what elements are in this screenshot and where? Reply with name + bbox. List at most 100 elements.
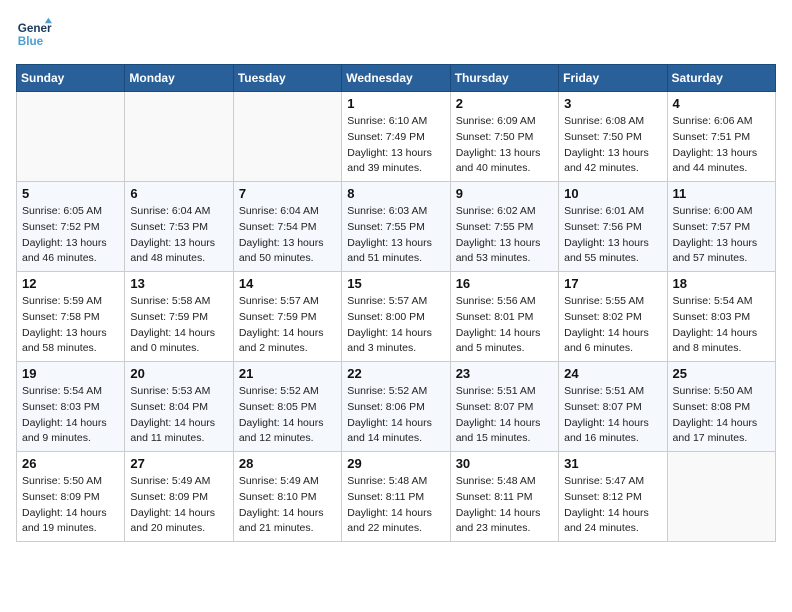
day-number: 21 — [239, 366, 336, 381]
day-info: Sunrise: 6:04 AMSunset: 7:54 PMDaylight:… — [239, 204, 336, 267]
day-info: Sunrise: 5:59 AMSunset: 7:58 PMDaylight:… — [22, 294, 119, 357]
calendar-cell: 20Sunrise: 5:53 AMSunset: 8:04 PMDayligh… — [125, 362, 233, 452]
day-number: 2 — [456, 96, 553, 111]
day-info: Sunrise: 6:10 AMSunset: 7:49 PMDaylight:… — [347, 114, 444, 177]
day-info: Sunrise: 5:49 AMSunset: 8:10 PMDaylight:… — [239, 474, 336, 537]
calendar-cell: 7 Sunrise: 6:04 AMSunset: 7:54 PMDaylight… — [233, 182, 341, 272]
day-info: Sunrise: 5:48 AMSunset: 8:11 PMDaylight:… — [347, 474, 444, 537]
day-info: Sunrise: 6:02 AMSunset: 7:55 PMDaylight:… — [456, 204, 553, 267]
calendar-cell: 10 Sunrise: 6:01 AMSunset: 7:56 PMDayligh… — [559, 182, 667, 272]
day-number: 8 — [347, 186, 444, 201]
logo: General Blue — [16, 16, 52, 52]
calendar-cell: 26Sunrise: 5:50 AMSunset: 8:09 PMDayligh… — [17, 452, 125, 542]
calendar-cell: 15 Sunrise: 5:57 AMSunset: 8:00 PMDayligh… — [342, 272, 450, 362]
calendar-cell — [667, 452, 775, 542]
calendar-cell: 5Sunrise: 6:05 AMSunset: 7:52 PMDaylight… — [17, 182, 125, 272]
calendar-cell: 3 Sunrise: 6:08 AMSunset: 7:50 PMDaylight… — [559, 92, 667, 182]
calendar-cell: 13 Sunrise: 5:58 AMSunset: 7:59 PMDayligh… — [125, 272, 233, 362]
day-number: 28 — [239, 456, 336, 471]
calendar-week-row: 19 Sunrise: 5:54 AMSunset: 8:03 PMDayligh… — [17, 362, 776, 452]
day-number: 25 — [673, 366, 770, 381]
day-number: 18 — [673, 276, 770, 291]
day-info: Sunrise: 5:52 AMSunset: 8:05 PMDaylight:… — [239, 384, 336, 447]
calendar-cell: 25 Sunrise: 5:50 AMSunset: 8:08 PMDayligh… — [667, 362, 775, 452]
day-number: 6 — [130, 186, 227, 201]
day-number: 13 — [130, 276, 227, 291]
calendar-cell: 6 Sunrise: 6:04 AMSunset: 7:53 PMDaylight… — [125, 182, 233, 272]
calendar-cell: 4Sunrise: 6:06 AMSunset: 7:51 PMDaylight… — [667, 92, 775, 182]
calendar-cell: 29 Sunrise: 5:48 AMSunset: 8:11 PMDayligh… — [342, 452, 450, 542]
day-number: 12 — [22, 276, 119, 291]
day-number: 1 — [347, 96, 444, 111]
weekday-header-friday: Friday — [559, 65, 667, 92]
logo-icon: General Blue — [16, 16, 52, 52]
calendar-cell: 22 Sunrise: 5:52 AMSunset: 8:06 PMDayligh… — [342, 362, 450, 452]
day-number: 15 — [347, 276, 444, 291]
day-info: Sunrise: 5:57 AMSunset: 8:00 PMDaylight:… — [347, 294, 444, 357]
day-number: 9 — [456, 186, 553, 201]
day-info: Sunrise: 5:55 AMSunset: 8:02 PMDaylight:… — [564, 294, 661, 357]
calendar-cell: 30 Sunrise: 5:48 AMSunset: 8:11 PMDayligh… — [450, 452, 558, 542]
calendar-cell: 2 Sunrise: 6:09 AMSunset: 7:50 PMDaylight… — [450, 92, 558, 182]
calendar-week-row: 5Sunrise: 6:05 AMSunset: 7:52 PMDaylight… — [17, 182, 776, 272]
calendar-cell: 28 Sunrise: 5:49 AMSunset: 8:10 PMDayligh… — [233, 452, 341, 542]
day-number: 22 — [347, 366, 444, 381]
day-number: 19 — [22, 366, 119, 381]
weekday-header-tuesday: Tuesday — [233, 65, 341, 92]
day-info: Sunrise: 5:51 AMSunset: 8:07 PMDaylight:… — [456, 384, 553, 447]
day-number: 23 — [456, 366, 553, 381]
calendar-week-row: 12 Sunrise: 5:59 AMSunset: 7:58 PMDayligh… — [17, 272, 776, 362]
calendar-cell: 17 Sunrise: 5:55 AMSunset: 8:02 PMDayligh… — [559, 272, 667, 362]
day-info: Sunrise: 5:56 AMSunset: 8:01 PMDaylight:… — [456, 294, 553, 357]
calendar-cell — [125, 92, 233, 182]
day-info: Sunrise: 6:09 AMSunset: 7:50 PMDaylight:… — [456, 114, 553, 177]
calendar-cell: 18 Sunrise: 5:54 AMSunset: 8:03 PMDayligh… — [667, 272, 775, 362]
day-info: Sunrise: 5:54 AMSunset: 8:03 PMDaylight:… — [673, 294, 770, 357]
day-number: 29 — [347, 456, 444, 471]
calendar-cell: 12 Sunrise: 5:59 AMSunset: 7:58 PMDayligh… — [17, 272, 125, 362]
day-number: 5 — [22, 186, 119, 201]
day-info: Sunrise: 5:50 AMSunset: 8:09 PMDaylight:… — [22, 474, 119, 537]
day-info: Sunrise: 5:48 AMSunset: 8:11 PMDaylight:… — [456, 474, 553, 537]
weekday-header-sunday: Sunday — [17, 65, 125, 92]
day-number: 30 — [456, 456, 553, 471]
calendar-cell: 24Sunrise: 5:51 AMSunset: 8:07 PMDayligh… — [559, 362, 667, 452]
svg-text:Blue: Blue — [18, 35, 44, 48]
day-number: 14 — [239, 276, 336, 291]
day-info: Sunrise: 6:06 AMSunset: 7:51 PMDaylight:… — [673, 114, 770, 177]
calendar-header-row: SundayMondayTuesdayWednesdayThursdayFrid… — [17, 65, 776, 92]
day-number: 10 — [564, 186, 661, 201]
day-info: Sunrise: 5:52 AMSunset: 8:06 PMDaylight:… — [347, 384, 444, 447]
day-number: 17 — [564, 276, 661, 291]
day-number: 11 — [673, 186, 770, 201]
day-info: Sunrise: 5:51 AMSunset: 8:07 PMDaylight:… — [564, 384, 661, 447]
day-info: Sunrise: 5:50 AMSunset: 8:08 PMDaylight:… — [673, 384, 770, 447]
calendar-week-row: 26Sunrise: 5:50 AMSunset: 8:09 PMDayligh… — [17, 452, 776, 542]
day-info: Sunrise: 5:57 AMSunset: 7:59 PMDaylight:… — [239, 294, 336, 357]
calendar-cell: 19 Sunrise: 5:54 AMSunset: 8:03 PMDayligh… — [17, 362, 125, 452]
day-info: Sunrise: 6:01 AMSunset: 7:56 PMDaylight:… — [564, 204, 661, 267]
day-info: Sunrise: 5:47 AMSunset: 8:12 PMDaylight:… — [564, 474, 661, 537]
weekday-header-monday: Monday — [125, 65, 233, 92]
calendar-cell: 8 Sunrise: 6:03 AMSunset: 7:55 PMDaylight… — [342, 182, 450, 272]
day-number: 20 — [130, 366, 227, 381]
day-number: 7 — [239, 186, 336, 201]
calendar-cell — [233, 92, 341, 182]
weekday-header-wednesday: Wednesday — [342, 65, 450, 92]
calendar-table: SundayMondayTuesdayWednesdayThursdayFrid… — [16, 64, 776, 542]
svg-text:General: General — [18, 22, 52, 35]
calendar-cell: 31Sunrise: 5:47 AMSunset: 8:12 PMDayligh… — [559, 452, 667, 542]
calendar-cell: 14 Sunrise: 5:57 AMSunset: 7:59 PMDayligh… — [233, 272, 341, 362]
day-info: Sunrise: 6:03 AMSunset: 7:55 PMDaylight:… — [347, 204, 444, 267]
day-info: Sunrise: 6:08 AMSunset: 7:50 PMDaylight:… — [564, 114, 661, 177]
calendar-cell — [17, 92, 125, 182]
day-info: Sunrise: 5:54 AMSunset: 8:03 PMDaylight:… — [22, 384, 119, 447]
day-number: 16 — [456, 276, 553, 291]
day-info: Sunrise: 5:49 AMSunset: 8:09 PMDaylight:… — [130, 474, 227, 537]
calendar-cell: 23 Sunrise: 5:51 AMSunset: 8:07 PMDayligh… — [450, 362, 558, 452]
day-info: Sunrise: 5:58 AMSunset: 7:59 PMDaylight:… — [130, 294, 227, 357]
calendar-cell: 27Sunrise: 5:49 AMSunset: 8:09 PMDayligh… — [125, 452, 233, 542]
day-info: Sunrise: 6:04 AMSunset: 7:53 PMDaylight:… — [130, 204, 227, 267]
page-header: General Blue — [16, 16, 776, 52]
day-number: 3 — [564, 96, 661, 111]
